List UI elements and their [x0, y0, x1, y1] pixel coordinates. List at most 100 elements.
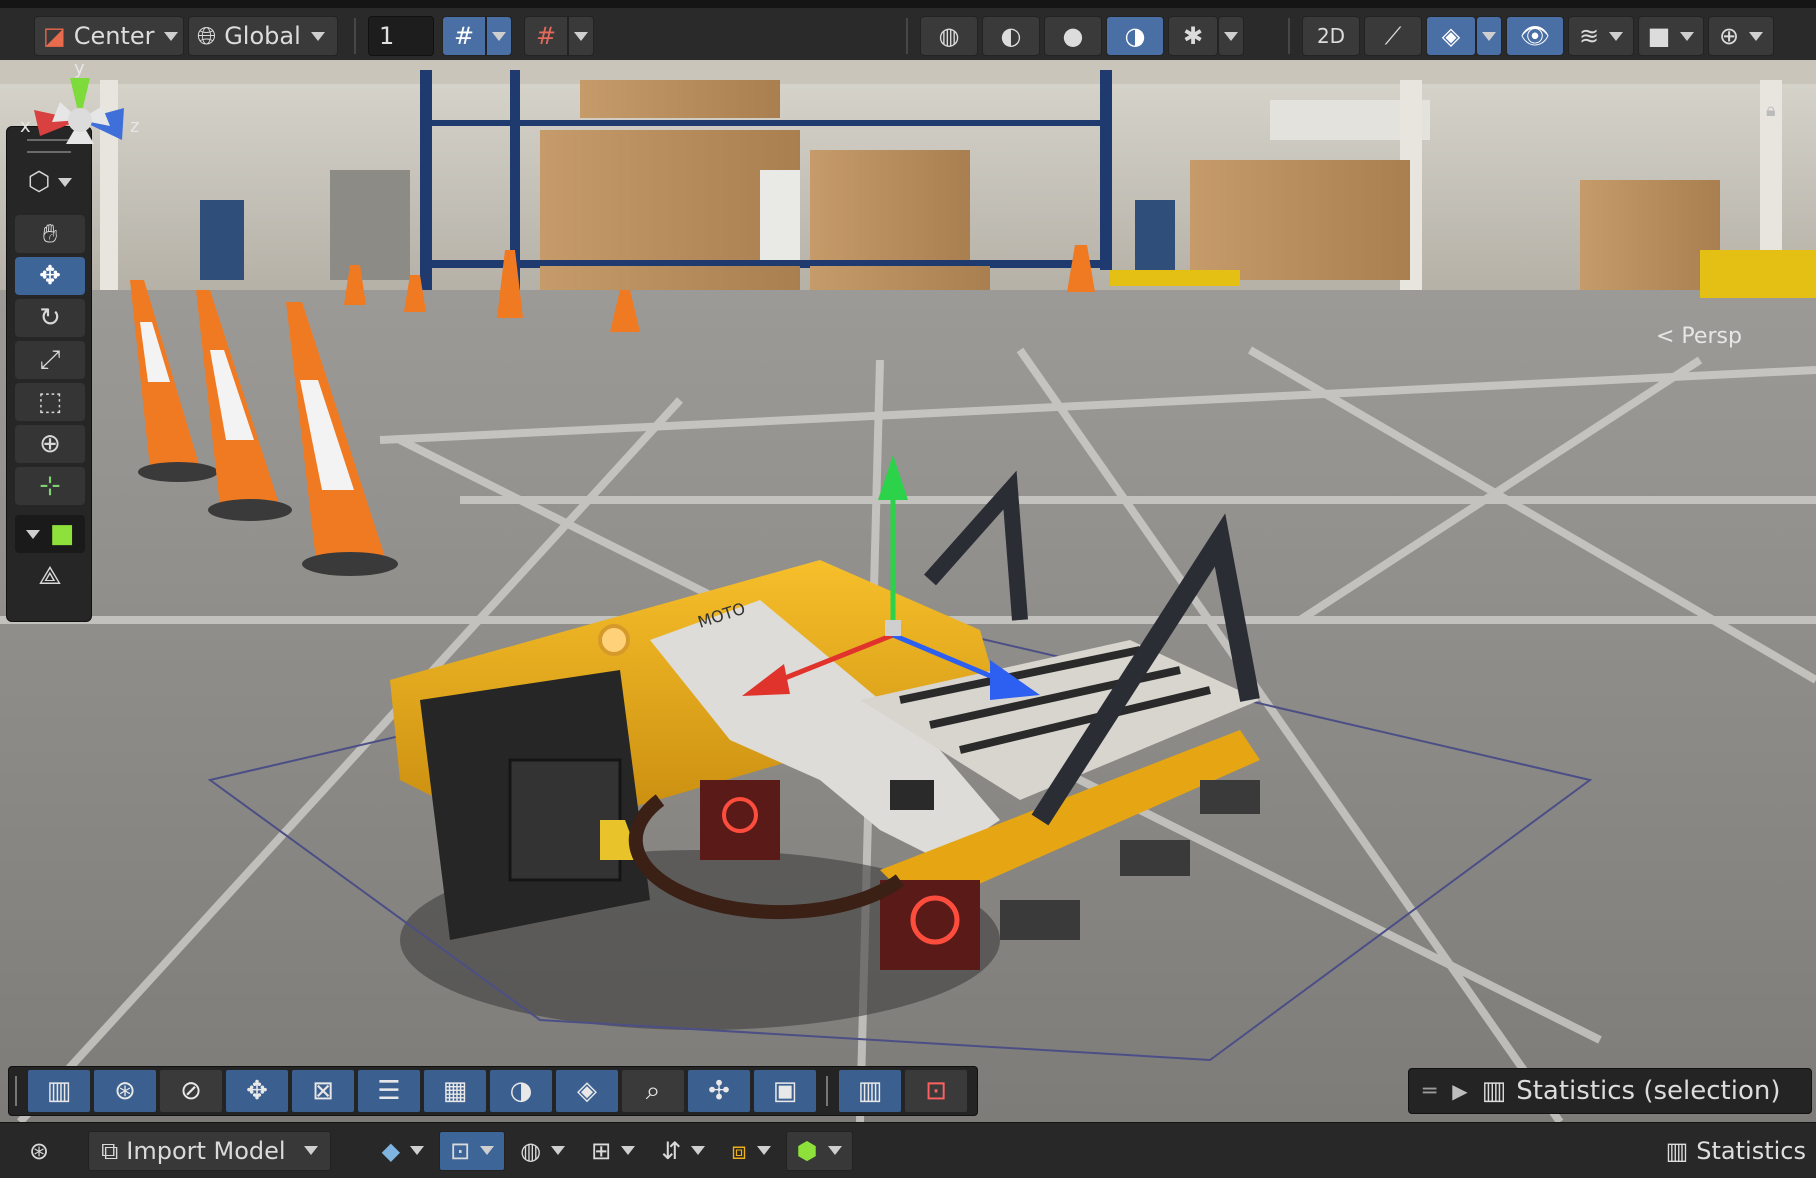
- lighting-toggle-button[interactable]: ⟋: [1364, 16, 1422, 56]
- overlay-grip[interactable]: [15, 1076, 18, 1106]
- grid-increment-field[interactable]: 1: [368, 16, 434, 56]
- sphere-grid-icon: ◍: [520, 1136, 542, 1165]
- debug-draw-button[interactable]: ✱: [1168, 16, 1218, 56]
- prefab-dropdown[interactable]: ⧈: [720, 1131, 781, 1171]
- grid-select-icon: ⊞: [591, 1136, 612, 1165]
- prefab-icon: ⧈: [731, 1136, 747, 1165]
- rect-tool-icon: ⬚: [37, 387, 63, 417]
- chevron-down-icon: [621, 1146, 636, 1155]
- transform-tool-button[interactable]: ⊕: [15, 425, 85, 463]
- scene-effects-button[interactable]: ◈: [1426, 16, 1476, 56]
- bar-chart-icon: ▥: [46, 1076, 72, 1106]
- scene-visibility-button[interactable]: 👁︎: [1506, 16, 1564, 56]
- shaded-wireframe-button[interactable]: ◐: [982, 16, 1040, 56]
- increment-snap-menu[interactable]: [568, 16, 594, 56]
- lighting-off-icon: ⟋: [1384, 22, 1402, 50]
- shaded-wireframe-icon: ◐: [1000, 22, 1022, 50]
- panel-grip-icon[interactable]: ═: [1423, 1079, 1436, 1104]
- pivot-sphere-dropdown[interactable]: ◍: [509, 1131, 576, 1171]
- selection-overlay-button[interactable]: ⊡: [905, 1070, 967, 1112]
- layers-overlay-button[interactable]: ◈: [556, 1070, 618, 1112]
- layers-dropdown[interactable]: ≋: [1568, 16, 1634, 56]
- eye-icon: 👁︎: [1519, 22, 1551, 50]
- stats-overlay-button[interactable]: ▥: [28, 1070, 90, 1112]
- grid-overlay-button[interactable]: ▦: [424, 1070, 486, 1112]
- components-icon: ⊛: [114, 1076, 136, 1106]
- chevron-down-icon: [1749, 31, 1764, 41]
- increment-snap-button[interactable]: #: [524, 16, 568, 56]
- scene-view-options: 2D ⟋ ◈ 👁︎ ≋ ■ ⊕: [1276, 14, 1778, 58]
- snap-overlay-button[interactable]: ⊠: [292, 1070, 354, 1112]
- camera-settings-dropdown[interactable]: ■: [1638, 16, 1704, 56]
- chevron-down-icon: [574, 31, 588, 41]
- chevron-down-icon: [1609, 31, 1624, 41]
- probuilder-tool-button[interactable]: ⟁: [15, 557, 85, 595]
- unlit-mode-button[interactable]: ◑: [1106, 16, 1164, 56]
- chevron-down-icon: [551, 1146, 566, 1155]
- chevron-down-icon: [310, 31, 325, 41]
- lighting-overlay-button[interactable]: ◑: [490, 1070, 552, 1112]
- chevron-down-icon: [1680, 31, 1695, 41]
- statistics-button[interactable]: ▥ Statistics: [1666, 1131, 1806, 1171]
- transform-overlay-button[interactable]: ✥: [226, 1070, 288, 1112]
- rotate-tool-button[interactable]: ↻: [15, 299, 85, 337]
- gizmo-y-label: y: [74, 60, 85, 79]
- compass-icon: ⊘: [180, 1076, 202, 1106]
- components-icon: ⊛: [29, 1136, 50, 1165]
- scene-viewport[interactable]: MOTO ⬡ ✋︎ ✥ ↻ ⤢ ⬚ ⊕ ⊹ ■ ⟁ y x z < Persp …: [0, 60, 1816, 1122]
- pivot-rotation-dropdown[interactable]: 🌐︎ Global: [188, 16, 338, 56]
- pivot-mode-dropdown[interactable]: ◪ Center: [34, 16, 184, 56]
- lock-icon[interactable]: 🔒︎: [1766, 100, 1776, 121]
- move-arrows-icon: ✥: [246, 1076, 268, 1106]
- grid-icon: ▦: [442, 1076, 468, 1106]
- debug-draw-menu[interactable]: [1218, 16, 1244, 56]
- import-model-button[interactable]: ⧉ Import Model: [88, 1130, 331, 1171]
- green-cube-icon: ⬢: [796, 1136, 818, 1165]
- scene-effects-menu[interactable]: [1476, 16, 1502, 56]
- camera-icon: ▣: [772, 1076, 798, 1106]
- rotate-icon: ↻: [39, 303, 61, 333]
- snap-icon: #: [535, 22, 557, 50]
- camera-projection-label[interactable]: < Persp: [1656, 324, 1742, 349]
- toggle-2d-button[interactable]: 2D: [1302, 16, 1360, 56]
- pivot-mode-label: Center: [73, 22, 155, 50]
- gizmos-dropdown[interactable]: ⊕: [1708, 16, 1774, 56]
- expand-arrow-icon[interactable]: ▶: [1452, 1079, 1467, 1103]
- import-model-icon: ⧉: [101, 1136, 119, 1165]
- grid-snapping-menu[interactable]: [486, 16, 512, 56]
- wireframe-mode-button[interactable]: ◍: [920, 16, 978, 56]
- snap-settings-icon: ⊠: [312, 1076, 334, 1106]
- selection-tool-dropdown[interactable]: ⊡: [439, 1130, 506, 1171]
- component-tools-dropdown[interactable]: ■: [15, 515, 85, 553]
- camera-overlay-button[interactable]: ▣: [754, 1070, 816, 1112]
- stats-toggle-button[interactable]: ▥: [839, 1070, 901, 1112]
- axis-transform-dropdown[interactable]: ⇵: [650, 1131, 716, 1171]
- navigation-overlay-button[interactable]: ⊘: [160, 1070, 222, 1112]
- view-tool-button[interactable]: ✋︎: [15, 215, 85, 253]
- search-overlay-button[interactable]: ⌕: [622, 1070, 684, 1112]
- bar-chart-icon: ▥: [857, 1076, 883, 1106]
- components-button[interactable]: ⊛: [18, 1131, 60, 1171]
- shaded-sphere-icon: ●: [1062, 22, 1084, 50]
- scale-tool-button[interactable]: ⤢: [15, 341, 85, 379]
- overlay-toolbar: ▥ ⊛ ⊘ ✥ ⊠ ☰ ▦ ◑ ◈ ⌕ ✣ ▣ ▥ ⊡: [8, 1066, 978, 1116]
- grid-select-dropdown[interactable]: ⊞: [580, 1131, 646, 1171]
- toolbar-separator: [354, 18, 356, 54]
- shaded-mode-button[interactable]: ●: [1044, 16, 1102, 56]
- gizmo-z-label: z: [130, 116, 139, 137]
- statistics-selection-label: Statistics (selection): [1516, 1076, 1781, 1106]
- scene-toolbar: ◪ Center 🌐︎ Global 1 # # ◍ ◐ ● ◑ ✱ 2D ⟋ …: [0, 0, 1816, 68]
- orientation-overlay-button[interactable]: ✣: [688, 1070, 750, 1112]
- components-overlay-button[interactable]: ⊛: [94, 1070, 156, 1112]
- rect-tool-button[interactable]: ⬚: [15, 383, 85, 421]
- layer-dropdown[interactable]: ◆: [371, 1131, 435, 1171]
- green-cube-dropdown[interactable]: ⬢: [785, 1130, 853, 1171]
- move-tool-button[interactable]: ✥: [15, 257, 85, 295]
- settings-overlay-button[interactable]: ☰: [358, 1070, 420, 1112]
- chevron-down-icon: [827, 1146, 842, 1155]
- orientation-gizmo[interactable]: y x z: [0, 60, 160, 210]
- grid-snapping-button[interactable]: #: [442, 16, 486, 56]
- custom-tool-button[interactable]: ⊹: [15, 467, 85, 505]
- statistics-label: Statistics: [1696, 1137, 1806, 1165]
- statistics-selection-panel[interactable]: ═ ▶ ▥ Statistics (selection): [1408, 1068, 1812, 1114]
